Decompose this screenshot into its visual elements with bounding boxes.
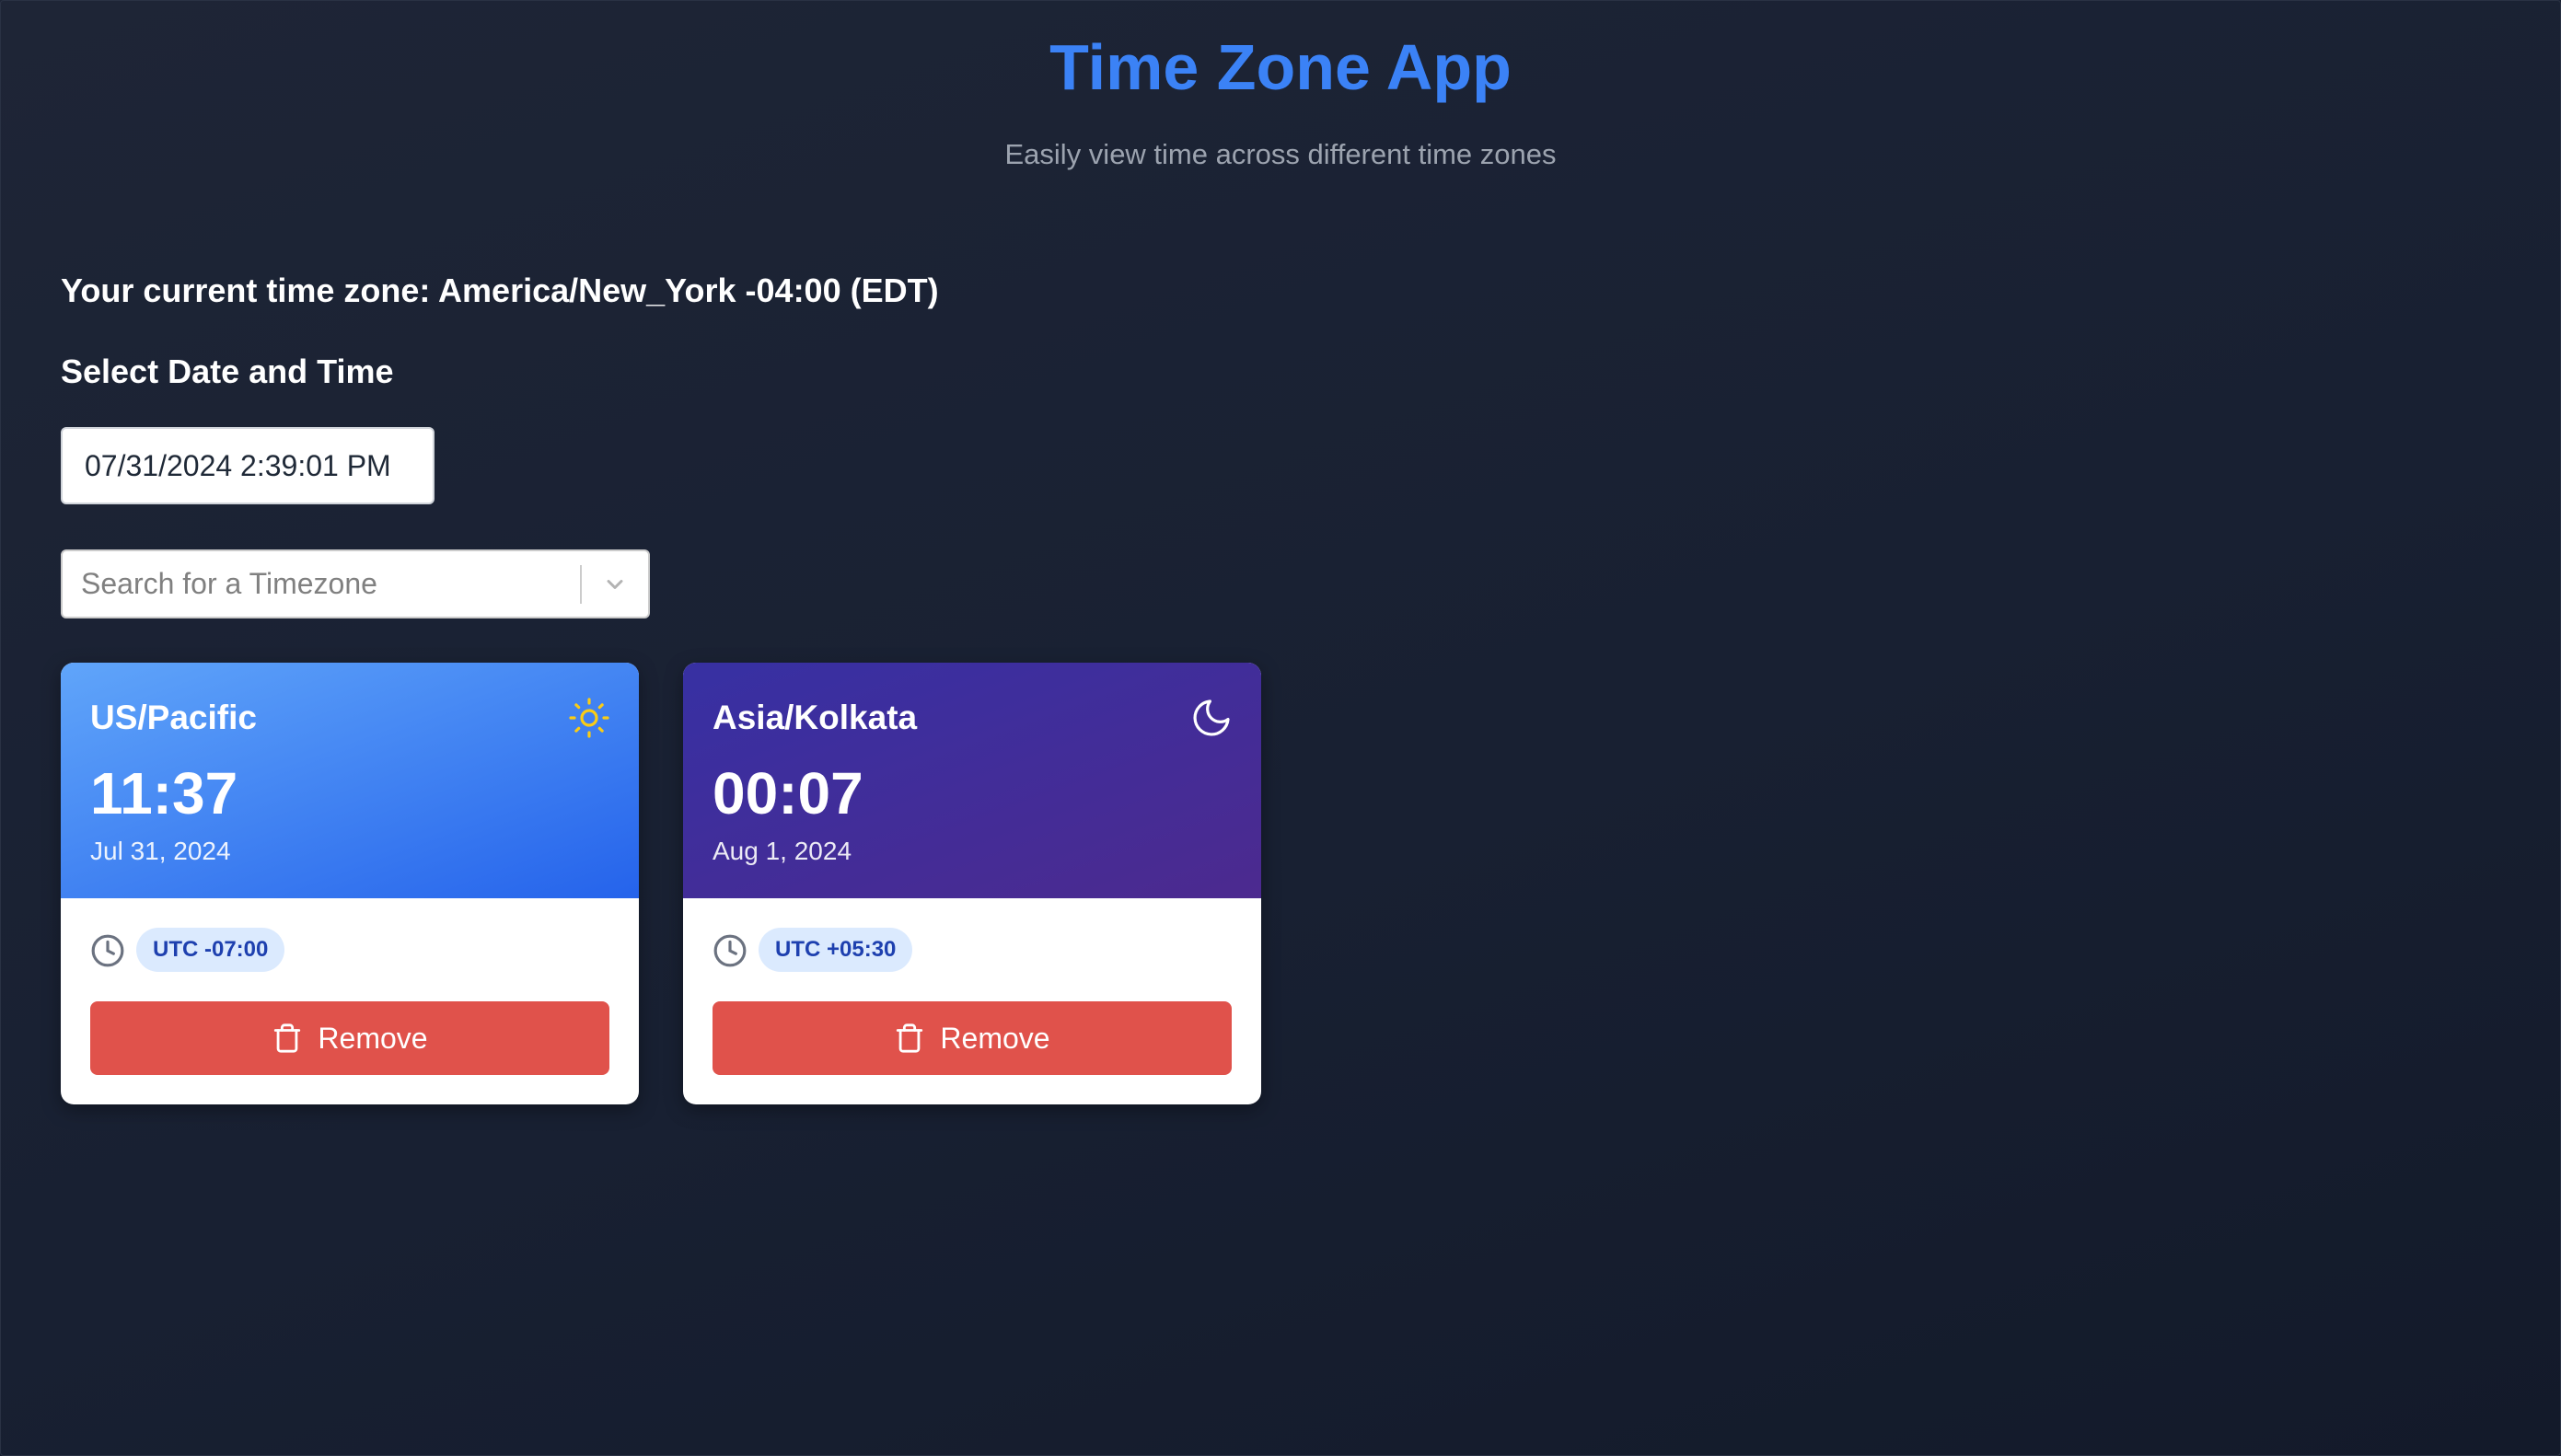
- sun-icon: [569, 698, 609, 738]
- timezone-card-body: UTC +05:30 Remove: [683, 898, 1261, 1104]
- clock-icon: [91, 934, 124, 967]
- date-time-label: Select Date and Time: [61, 352, 394, 390]
- trash-icon: [274, 1023, 301, 1053]
- timezone-name: Asia/Kolkata: [713, 699, 918, 736]
- utc-offset-badge: UTC -07:00: [136, 928, 285, 972]
- date-time-input[interactable]: [61, 427, 435, 504]
- page-title: Time Zone App: [1049, 31, 1512, 103]
- timezone-card: Asia/Kolkata 00:07 Aug 1, 2024 UTC +05:3…: [683, 663, 1261, 1104]
- timezone-time: 00:07: [713, 760, 863, 826]
- timezone-card-header: Asia/Kolkata 00:07 Aug 1, 2024: [683, 663, 1261, 898]
- remove-button-label: Remove: [940, 1021, 1050, 1055]
- trash-icon: [897, 1023, 923, 1053]
- timezone-search-input[interactable]: [63, 551, 580, 617]
- clock-icon: [713, 934, 747, 967]
- current-timezone-text: Your current time zone: America/New_York…: [61, 272, 939, 309]
- timezone-name: US/Pacific: [90, 699, 257, 736]
- timezone-card-header: US/Pacific 11:37 Jul 31, 2024: [61, 663, 639, 898]
- page-subtitle: Easily view time across different time z…: [1004, 138, 1557, 170]
- utc-offset-badge: UTC +05:30: [759, 928, 913, 972]
- remove-button-label: Remove: [318, 1021, 428, 1055]
- timezone-date: Jul 31, 2024: [90, 837, 231, 865]
- timezone-date: Aug 1, 2024: [713, 837, 852, 865]
- moon-icon: [1193, 699, 1230, 736]
- remove-button[interactable]: Remove: [713, 1001, 1232, 1075]
- timezone-select[interactable]: [61, 549, 650, 618]
- timezone-card: US/Pacific 11:37 Jul 31, 2024 UTC -07:00…: [61, 663, 639, 1104]
- chevron-down-icon: [607, 579, 623, 589]
- timezone-card-body: UTC -07:00 Remove: [61, 898, 639, 1104]
- dropdown-toggle[interactable]: [582, 551, 648, 617]
- timezone-time: 11:37: [90, 760, 238, 826]
- remove-button[interactable]: Remove: [90, 1001, 609, 1075]
